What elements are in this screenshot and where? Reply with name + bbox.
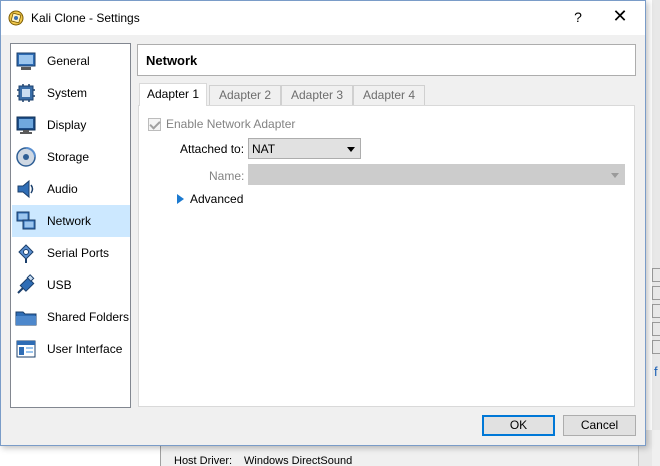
sidebar-item-storage[interactable]: Storage xyxy=(12,141,130,173)
background-control xyxy=(652,268,660,282)
sidebar-item-label: User Interface xyxy=(47,342,123,356)
expand-triangle-icon[interactable] xyxy=(177,194,184,204)
background-host-driver: Host Driver: Windows DirectSound xyxy=(174,455,352,466)
attached-to-label: Attached to: xyxy=(180,142,245,156)
sidebar-item-label: Storage xyxy=(47,150,90,164)
sidebar-item-label: System xyxy=(47,86,88,100)
system-icon xyxy=(17,84,35,102)
sidebar-item-audio[interactable]: Audio xyxy=(12,173,130,205)
chevron-down-icon xyxy=(347,147,355,152)
host-driver-value: Windows DirectSound xyxy=(244,455,353,466)
enable-adapter-label[interactable]: Enable Network Adapter xyxy=(166,117,295,131)
tab-adapter-1[interactable]: Adapter 1 xyxy=(139,83,207,106)
sidebar-item-label: Display xyxy=(47,118,87,132)
sidebar-item-system[interactable]: System xyxy=(12,77,130,109)
enable-adapter-checkbox[interactable] xyxy=(148,118,161,131)
background-window-edge: f xyxy=(652,0,660,466)
name-select[interactable] xyxy=(248,164,625,185)
sidebar-item-label: Network xyxy=(47,214,92,228)
name-label: Name: xyxy=(209,169,245,183)
sidebar-item-label: General xyxy=(47,54,90,68)
chevron-down-icon xyxy=(611,173,619,178)
sidebar-item-network[interactable]: Network xyxy=(12,205,130,237)
tab-adapter-4[interactable]: Adapter 4 xyxy=(353,85,425,106)
close-button[interactable]: ✕ xyxy=(605,5,635,29)
audio-icon xyxy=(17,179,34,199)
attached-to-value: NAT xyxy=(252,142,276,156)
storage-icon xyxy=(16,147,36,167)
adapter-tab-panel: Enable Network Adapter Attached to: NAT … xyxy=(138,105,635,407)
cancel-button[interactable]: Cancel xyxy=(563,415,636,436)
attached-to-select[interactable]: NAT xyxy=(248,138,361,159)
serial-ports-icon xyxy=(18,244,34,263)
sidebar-item-shared-folders[interactable]: Shared Folders xyxy=(12,301,130,333)
sidebar-item-usb[interactable]: USB xyxy=(12,269,130,301)
title-bar[interactable]: Kali Clone - Settings ? ✕ xyxy=(1,1,645,35)
tab-adapter-2[interactable]: Adapter 2 xyxy=(209,85,281,106)
background-control xyxy=(652,304,660,318)
sidebar-item-label: Shared Folders xyxy=(47,310,130,324)
help-button[interactable]: ? xyxy=(567,5,589,29)
window-title: Kali Clone - Settings xyxy=(31,11,140,25)
settings-dialog: Kali Clone - Settings ? ✕ General System xyxy=(0,0,646,446)
background-control xyxy=(652,322,660,336)
ok-button[interactable]: OK xyxy=(482,415,555,436)
sidebar-item-label: USB xyxy=(47,278,72,292)
page-header: Network xyxy=(137,44,636,76)
tab-adapter-3[interactable]: Adapter 3 xyxy=(281,85,353,106)
sidebar-item-label: Serial Ports xyxy=(47,246,110,260)
advanced-toggle[interactable]: Advanced xyxy=(190,192,243,206)
sidebar-item-display[interactable]: Display xyxy=(12,109,130,141)
sidebar-item-general[interactable]: General xyxy=(12,45,130,77)
shared-folders-icon xyxy=(15,311,37,326)
network-icon xyxy=(16,211,36,230)
display-icon xyxy=(16,116,36,134)
user-interface-icon xyxy=(16,340,36,358)
background-control xyxy=(652,340,660,354)
usb-icon xyxy=(17,274,35,294)
background-control xyxy=(652,286,660,300)
sidebar-item-serial-ports[interactable]: Serial Ports xyxy=(12,237,130,269)
virtualbox-app-icon xyxy=(8,10,24,26)
sidebar-item-label: Audio xyxy=(47,182,78,196)
host-driver-label: Host Driver: xyxy=(174,455,233,466)
page-title: Network xyxy=(146,53,198,68)
general-icon xyxy=(16,52,36,70)
settings-category-list: General System Display Storage Audio Net… xyxy=(10,43,131,408)
sidebar-item-user-interface[interactable]: User Interface xyxy=(12,333,130,365)
background-link-text: f xyxy=(654,364,658,379)
